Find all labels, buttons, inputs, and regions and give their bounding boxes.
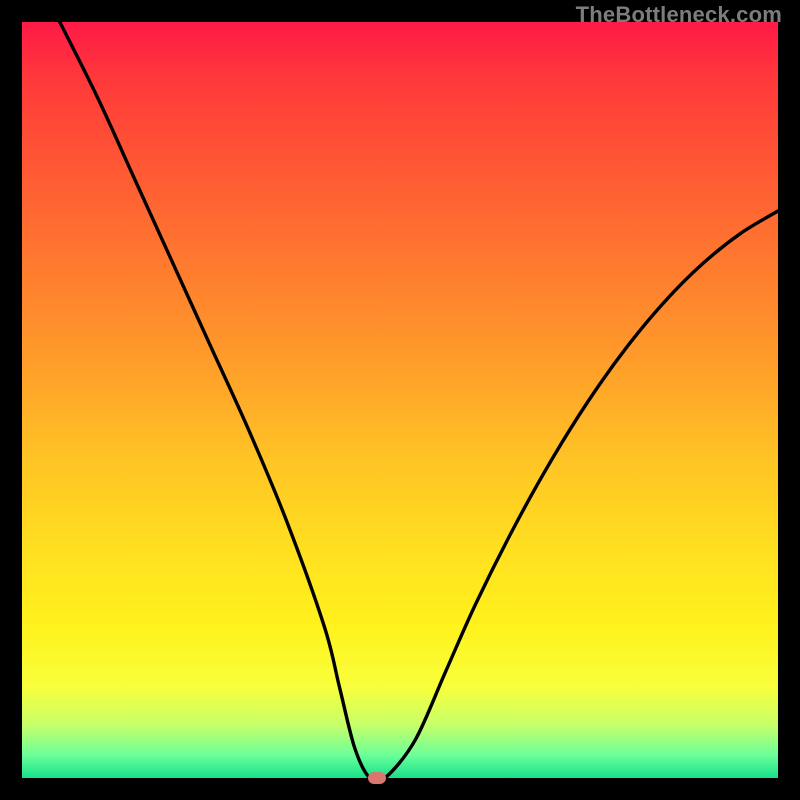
chart-frame: TheBottleneck.com bbox=[0, 0, 800, 800]
curve-svg bbox=[22, 22, 778, 778]
plot-area bbox=[22, 22, 778, 778]
watermark-text: TheBottleneck.com bbox=[576, 2, 782, 28]
bottleneck-curve bbox=[60, 22, 778, 778]
optimum-marker bbox=[368, 772, 386, 784]
